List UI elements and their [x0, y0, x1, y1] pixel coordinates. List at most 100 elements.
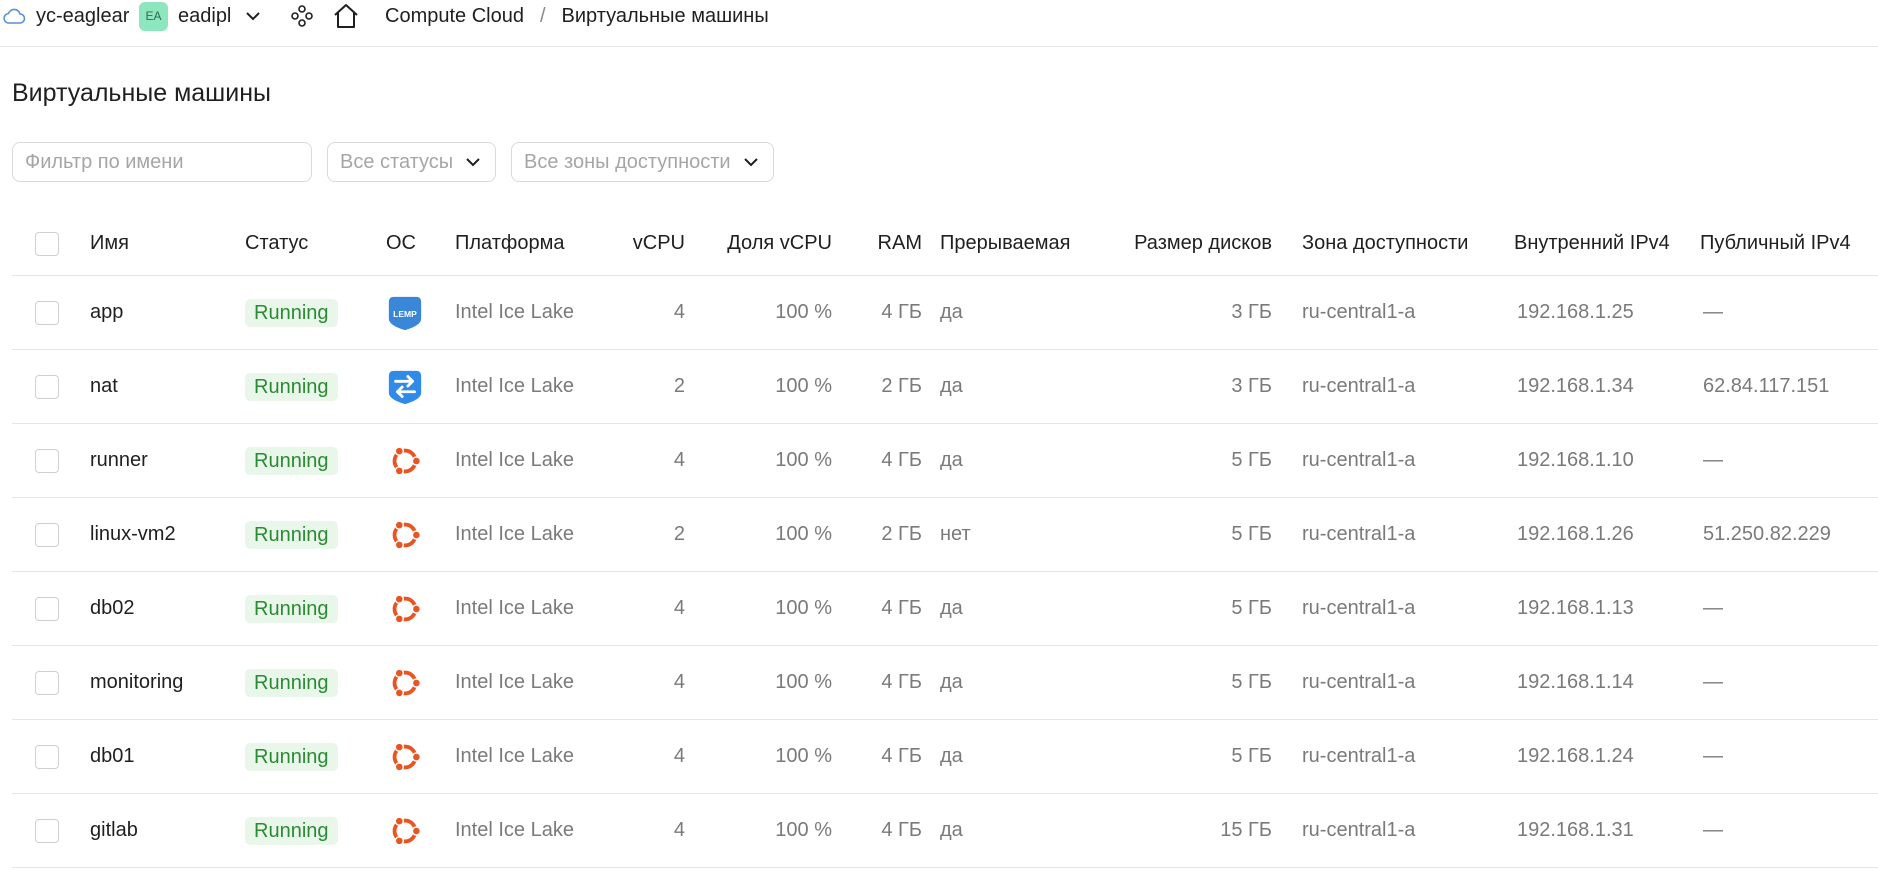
row-checkbox[interactable] [35, 374, 59, 399]
row-select-cell [35, 498, 59, 571]
ubuntu-os-icon [392, 741, 422, 772]
os-cell [386, 794, 424, 867]
home-icon [334, 4, 358, 28]
col-ram[interactable]: RAM [852, 212, 922, 275]
zone: ru-central1-a [1302, 449, 1416, 471]
zone: ru-central1-a [1302, 523, 1416, 545]
status-cell: Running [245, 424, 338, 497]
vm-name[interactable]: gitlab [90, 794, 138, 867]
vcpu-share: 100 % [775, 597, 832, 619]
table-row[interactable]: app Running LEMP Intel Ice Lake 4 100 % … [12, 276, 1878, 350]
col-public-ip[interactable]: Публичный IPv4 [1700, 212, 1851, 275]
row-select-cell [35, 424, 59, 497]
breadcrumb: Compute Cloud / Виртуальные машины [385, 0, 769, 32]
table-row[interactable]: runner Running Intel Ice Lake 4 100 % 4 … [12, 424, 1878, 498]
vm-name[interactable]: db01 [90, 720, 135, 793]
col-disk-size[interactable]: Размер дисков [1112, 212, 1272, 275]
disk-size: 3 ГБ [1231, 375, 1272, 397]
home-button[interactable] [332, 0, 360, 32]
disk-size: 3 ГБ [1231, 301, 1272, 323]
name-filter-field[interactable] [12, 142, 312, 182]
vm-name[interactable]: runner [90, 424, 148, 497]
status-filter-select[interactable]: Все статусы [327, 142, 496, 182]
col-internal-ip[interactable]: Внутренний IPv4 [1514, 212, 1670, 275]
row-select-cell [35, 350, 59, 423]
status-badge: Running [245, 816, 338, 845]
public-ip: — [1703, 449, 1723, 471]
col-zone[interactable]: Зона доступности [1302, 212, 1468, 275]
vcpu: 4 [673, 449, 685, 471]
status-badge: Running [245, 594, 338, 623]
folder-avatar: EA [139, 1, 168, 31]
row-select-cell [35, 572, 59, 645]
table-row[interactable]: db01 Running Intel Ice Lake 4 100 % 4 ГБ… [12, 720, 1878, 794]
os-cell [386, 572, 424, 645]
zone: ru-central1-a [1302, 745, 1416, 767]
col-vcpu-share[interactable]: Доля vCPU [702, 212, 832, 275]
row-checkbox[interactable] [35, 670, 59, 695]
os-cell [386, 720, 424, 793]
table-row[interactable]: linux-vm2 Running Intel Ice Lake 2 100 %… [12, 498, 1878, 572]
chevron-down-icon [246, 12, 261, 21]
folder-selector[interactable]: EA eadipl [139, 0, 261, 32]
vm-name[interactable]: linux-vm2 [90, 498, 176, 571]
status-cell: Running [245, 498, 338, 571]
col-os[interactable]: ОС [386, 212, 416, 275]
vcpu-share: 100 % [775, 375, 832, 397]
vm-name[interactable]: nat [90, 350, 118, 423]
ram: 2 ГБ [881, 523, 922, 545]
row-select-cell [35, 720, 59, 793]
status-badge: Running [245, 372, 338, 401]
row-checkbox[interactable] [35, 300, 59, 325]
vm-name[interactable]: app [90, 276, 123, 349]
select-all-checkbox[interactable] [35, 231, 59, 256]
col-vcpu[interactable]: vCPU [592, 212, 685, 275]
col-name[interactable]: Имя [90, 212, 129, 275]
row-checkbox[interactable] [35, 522, 59, 547]
name-filter-input[interactable] [25, 150, 299, 174]
vcpu: 4 [673, 671, 685, 693]
zone: ru-central1-a [1302, 597, 1416, 619]
table-row[interactable]: nat Running Intel Ice Lake 2 100 % 2 ГБ … [12, 350, 1878, 424]
breadcrumb-compute-cloud[interactable]: Compute Cloud [385, 5, 524, 28]
os-cell: LEMP [386, 276, 424, 349]
preemptible: да [940, 449, 963, 471]
row-checkbox[interactable] [35, 448, 59, 473]
disk-size: 5 ГБ [1231, 523, 1272, 545]
vcpu-share: 100 % [775, 671, 832, 693]
svg-text:LEMP: LEMP [393, 308, 417, 318]
preemptible: нет [940, 523, 971, 545]
services-button[interactable] [290, 0, 314, 32]
disk-size: 5 ГБ [1231, 671, 1272, 693]
zone-filter-select[interactable]: Все зоны доступности [511, 142, 774, 182]
table-row[interactable]: db02 Running Intel Ice Lake 4 100 % 4 ГБ… [12, 572, 1878, 646]
os-cell [386, 646, 424, 719]
vm-table: Имя Статус ОС Платформа vCPU Доля vCPU R… [12, 212, 1878, 868]
platform: Intel Ice Lake [455, 597, 574, 619]
vcpu-share: 100 % [775, 819, 832, 841]
vcpu-share: 100 % [775, 301, 832, 323]
status-cell: Running [245, 350, 338, 423]
public-ip: — [1703, 597, 1723, 619]
page-title: Виртуальные машины [12, 79, 271, 107]
disk-size: 5 ГБ [1231, 745, 1272, 767]
row-checkbox[interactable] [35, 596, 59, 621]
table-row[interactable]: gitlab Running Intel Ice Lake 4 100 % 4 … [12, 794, 1878, 868]
status-cell: Running [245, 276, 338, 349]
col-status[interactable]: Статус [245, 212, 308, 275]
internal-ip: 192.168.1.10 [1517, 449, 1634, 471]
internal-ip: 192.168.1.13 [1517, 597, 1634, 619]
preemptible: да [940, 819, 963, 841]
col-platform[interactable]: Платформа [455, 212, 564, 275]
row-checkbox[interactable] [35, 744, 59, 769]
row-checkbox[interactable] [35, 818, 59, 843]
cloud-selector[interactable]: yc-eaglear [2, 0, 129, 32]
vm-name[interactable]: monitoring [90, 646, 183, 719]
table-row[interactable]: monitoring Running Intel Ice Lake 4 100 … [12, 646, 1878, 720]
services-icon [291, 5, 313, 27]
breadcrumb-separator: / [539, 4, 546, 27]
col-preemptible[interactable]: Прерываемая [940, 212, 1070, 275]
platform: Intel Ice Lake [455, 819, 574, 841]
vm-name[interactable]: db02 [90, 572, 135, 645]
status-cell: Running [245, 646, 338, 719]
